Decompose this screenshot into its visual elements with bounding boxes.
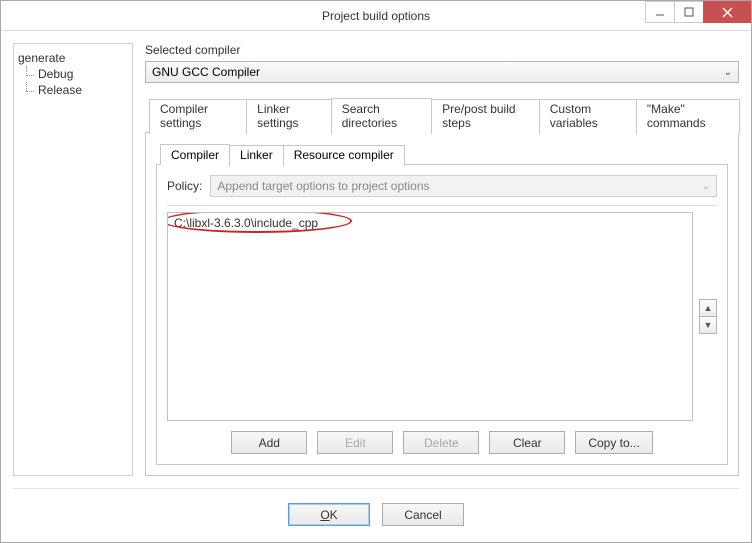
- dialog-window: Project build options generate Debug Rel…: [0, 0, 752, 543]
- clear-button[interactable]: Clear: [489, 431, 565, 454]
- subtab-compiler[interactable]: Compiler: [160, 144, 230, 165]
- tab-bar: Compiler settings Linker settings Search…: [145, 97, 739, 132]
- cancel-button[interactable]: Cancel: [382, 503, 464, 526]
- target-tree[interactable]: generate Debug Release: [13, 43, 133, 476]
- tab-custom-variables[interactable]: Custom variables: [539, 99, 637, 134]
- sub-panel: Policy: Append target options to project…: [156, 164, 728, 465]
- compiler-select-value: GNU GCC Compiler: [152, 65, 260, 79]
- compiler-group-label: Selected compiler: [145, 43, 739, 57]
- minimize-button[interactable]: [645, 1, 675, 23]
- tab-panel: Compiler Linker Resource compiler Policy…: [145, 132, 739, 476]
- copy-to-button[interactable]: Copy to...: [575, 431, 652, 454]
- compiler-select[interactable]: GNU GCC Compiler ⌄: [145, 61, 739, 83]
- policy-label: Policy:: [167, 179, 202, 193]
- tab-search-directories[interactable]: Search directories: [331, 98, 432, 133]
- move-down-button[interactable]: ▼: [699, 316, 717, 334]
- delete-button[interactable]: Delete: [403, 431, 479, 454]
- titlebar: Project build options: [1, 1, 751, 31]
- window-title: Project build options: [1, 9, 751, 23]
- tree-item-debug[interactable]: Debug: [18, 66, 128, 82]
- ok-button[interactable]: OK: [288, 503, 370, 526]
- ok-label-rest: K: [330, 508, 338, 522]
- list-item[interactable]: C:\libxl-3.6.3.0\include_cpp: [172, 215, 688, 231]
- tree-root[interactable]: generate: [18, 50, 128, 66]
- tree-item-release[interactable]: Release: [18, 82, 128, 98]
- tab-prepost-build[interactable]: Pre/post build steps: [431, 99, 540, 134]
- subtab-linker[interactable]: Linker: [229, 145, 284, 166]
- search-path-list[interactable]: C:\libxl-3.6.3.0\include_cpp: [167, 212, 693, 421]
- add-button[interactable]: Add: [231, 431, 307, 454]
- policy-select[interactable]: Append target options to project options…: [210, 175, 717, 197]
- move-up-button[interactable]: ▲: [699, 299, 717, 317]
- tab-linker-settings[interactable]: Linker settings: [246, 99, 332, 134]
- chevron-down-icon: ⌄: [724, 67, 732, 78]
- subtab-resource-compiler[interactable]: Resource compiler: [283, 145, 405, 166]
- policy-value: Append target options to project options: [217, 179, 429, 193]
- edit-button[interactable]: Edit: [317, 431, 393, 454]
- maximize-button[interactable]: [674, 1, 704, 23]
- chevron-down-icon: ⌄: [702, 181, 710, 192]
- close-button[interactable]: [703, 1, 751, 23]
- tab-make-commands[interactable]: "Make" commands: [636, 99, 740, 134]
- separator: [167, 205, 717, 206]
- tab-compiler-settings[interactable]: Compiler settings: [149, 99, 247, 134]
- subtab-bar: Compiler Linker Resource compiler: [156, 143, 728, 164]
